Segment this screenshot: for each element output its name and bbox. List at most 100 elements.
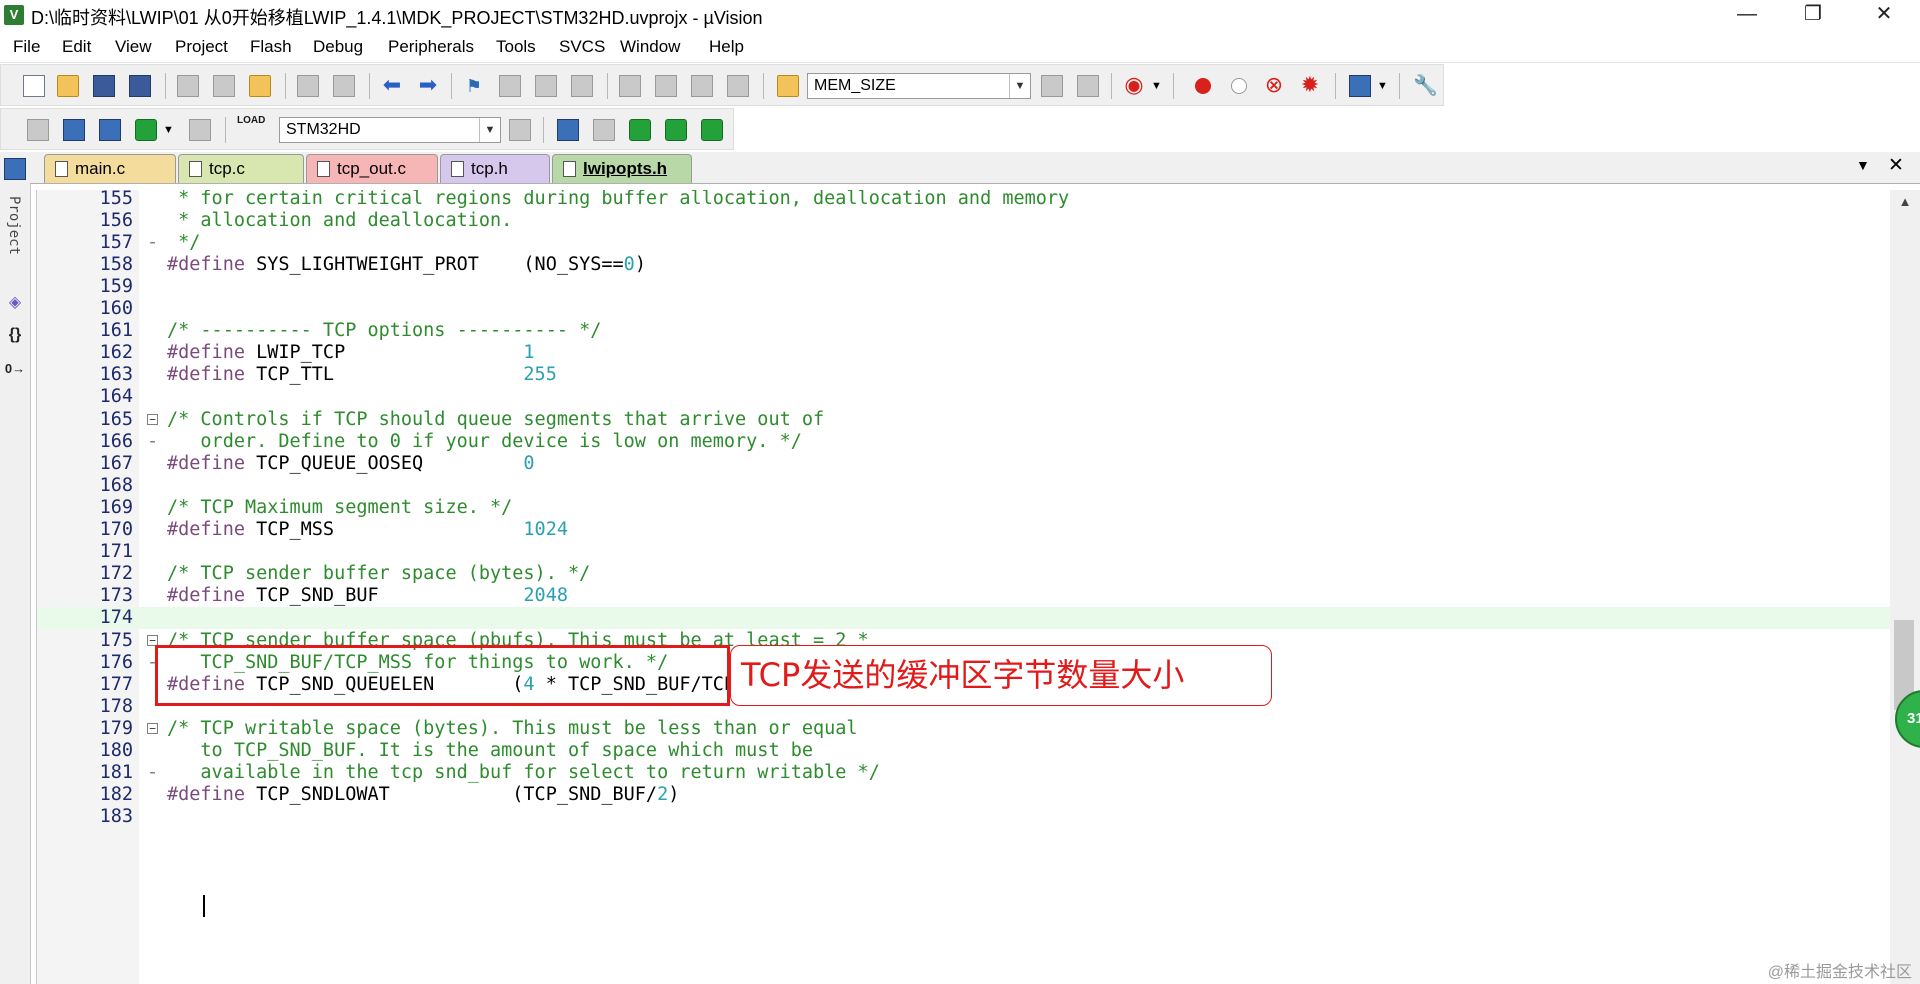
build-icon[interactable] xyxy=(63,119,85,141)
scroll-up-icon[interactable]: ▲ xyxy=(1890,194,1920,209)
menu-help[interactable]: Help xyxy=(709,37,744,57)
chevron-down-icon[interactable]: ▼ xyxy=(1151,75,1173,97)
menu-view[interactable]: View xyxy=(115,37,152,57)
menu-svcs[interactable]: SVCS xyxy=(559,37,605,57)
code-line[interactable]: 159 xyxy=(37,276,1891,298)
tab-tcp-out-c[interactable]: tcp_out.c xyxy=(306,154,438,183)
menu-project[interactable]: Project xyxy=(175,37,228,57)
code-line[interactable]: 167 #define TCP_QUEUE_OOSEQ 0 xyxy=(37,453,1891,475)
chevron-down-icon[interactable]: ▼ xyxy=(1009,74,1030,98)
chevron-down-icon[interactable]: ▼ xyxy=(479,118,500,142)
code-line[interactable]: 174 xyxy=(37,607,1891,630)
download-load-icon[interactable]: LOAD xyxy=(237,115,265,137)
unindent-icon[interactable] xyxy=(655,75,677,97)
menu-edit[interactable]: Edit xyxy=(62,37,91,57)
code-line[interactable]: 173 #define TCP_SND_BUF 2048 xyxy=(37,585,1891,607)
code-line[interactable]: 180 to TCP_SND_BUF. It is the amount of … xyxy=(37,740,1891,762)
fold-toggle-icon[interactable]: − xyxy=(147,722,158,734)
open-file-icon[interactable] xyxy=(57,75,79,97)
code-line[interactable]: 163 #define TCP_TTL 255 xyxy=(37,364,1891,386)
vertical-scrollbar[interactable]: ▲ xyxy=(1890,190,1920,984)
menu-file[interactable]: File xyxy=(13,37,40,57)
code-line[interactable]: 182 #define TCP_SNDLOWAT (TCP_SND_BUF/2) xyxy=(37,784,1891,806)
code-line[interactable]: 162 #define LWIP_TCP 1 xyxy=(37,342,1891,364)
code-line[interactable]: 157- */ xyxy=(37,232,1891,254)
tab-list-dropdown-icon[interactable]: ▼ xyxy=(1856,157,1870,173)
insert-bookmark-icon[interactable]: ⚑ xyxy=(463,75,485,97)
configure-wrench-icon[interactable]: 🔧 xyxy=(1413,75,1438,97)
next-bookmark-icon[interactable] xyxy=(535,75,557,97)
close-window-button[interactable]: ✕ xyxy=(1851,0,1917,30)
menu-window[interactable]: Window xyxy=(620,37,680,57)
code-line[interactable]: 165 −/* Controls if TCP should queue segm… xyxy=(37,409,1891,431)
code-line[interactable]: 155 * for certain critical regions durin… xyxy=(37,190,1891,210)
templates-icon[interactable]: 0→ xyxy=(4,358,26,380)
code-editor[interactable]: 155 * for certain critical regions durin… xyxy=(36,190,1891,984)
event-recorder-icon[interactable] xyxy=(701,119,723,141)
code-line[interactable]: 170 #define TCP_MSS 1024 xyxy=(37,519,1891,541)
functions-braces-icon[interactable]: {} xyxy=(4,324,26,346)
code-line[interactable]: 160 xyxy=(37,298,1891,320)
paste-icon[interactable] xyxy=(249,75,271,97)
code-line[interactable]: 164 xyxy=(37,386,1891,408)
menu-debug[interactable]: Debug xyxy=(313,37,363,57)
restore-button[interactable]: ❐ xyxy=(1780,0,1846,30)
cut-icon[interactable] xyxy=(177,75,199,97)
code-line[interactable]: 169 /* TCP Maximum segment size. */ xyxy=(37,497,1891,519)
code-line[interactable]: 179 −/* TCP writable space (bytes). This … xyxy=(37,718,1891,740)
kill-all-breakpoints-icon[interactable]: ✹ xyxy=(1299,74,1321,97)
window-layout-icon[interactable] xyxy=(1349,75,1371,97)
code-line[interactable]: 181- available in the tcp snd_buf for se… xyxy=(37,762,1891,784)
navigate-forward-icon[interactable]: ➡ xyxy=(417,74,439,97)
rebuild-icon[interactable] xyxy=(99,119,121,141)
tab-main-c[interactable]: main.c xyxy=(44,154,176,183)
find-in-files-icon[interactable] xyxy=(777,75,799,97)
uncomment-selection-icon[interactable] xyxy=(727,75,749,97)
chevron-down-icon[interactable]: ▼ xyxy=(163,119,185,141)
previous-bookmark-icon[interactable] xyxy=(499,75,521,97)
debug-session-icon[interactable]: ◉ xyxy=(1123,74,1145,97)
code-line[interactable]: 158 #define SYS_LIGHTWEIGHT_PROT (NO_SYS=… xyxy=(37,254,1891,276)
save-all-icon[interactable] xyxy=(129,75,151,97)
code-line[interactable]: 183 xyxy=(37,806,1891,828)
find-combo[interactable]: MEM_SIZE ▼ xyxy=(807,73,1031,99)
books-icon[interactable]: ◈ xyxy=(4,292,26,314)
tab-tcp-h[interactable]: tcp.h xyxy=(440,154,550,183)
tab-tcp-c[interactable]: tcp.c xyxy=(178,154,304,183)
project-panel-label[interactable]: Project xyxy=(6,196,22,255)
enable-breakpoint-icon[interactable] xyxy=(1231,78,1247,94)
incremental-find-icon[interactable] xyxy=(1077,75,1099,97)
code-line[interactable]: 156 * allocation and deallocation. xyxy=(37,210,1891,232)
menu-peripherals[interactable]: Peripherals xyxy=(388,37,474,57)
target-select[interactable]: STM32HD ▼ xyxy=(279,117,501,143)
batch-build-icon[interactable] xyxy=(135,119,157,141)
close-tab-icon[interactable]: ✕ xyxy=(1888,154,1904,177)
redo-icon[interactable] xyxy=(333,75,355,97)
target-options-icon[interactable] xyxy=(509,119,531,141)
navigate-back-icon[interactable]: ⬅ xyxy=(381,74,403,97)
project-window-icon[interactable] xyxy=(4,158,26,180)
code-line[interactable]: 172 /* TCP sender buffer space (bytes). *… xyxy=(37,563,1891,585)
code-line[interactable]: 166- order. Define to 0 if your device i… xyxy=(37,431,1891,453)
menu-tools[interactable]: Tools xyxy=(496,37,536,57)
disable-all-breakpoints-icon[interactable]: ⊗ xyxy=(1263,74,1285,97)
manage-run-time-environment-icon[interactable] xyxy=(629,119,651,141)
minimize-button[interactable]: — xyxy=(1714,0,1780,30)
manage-project-items-icon[interactable] xyxy=(557,119,579,141)
fold-toggle-icon[interactable]: − xyxy=(147,413,158,425)
stop-build-icon[interactable] xyxy=(189,119,211,141)
tab-lwipopts-h[interactable]: lwipopts.h xyxy=(552,154,692,183)
chevron-down-icon[interactable]: ▼ xyxy=(1377,75,1399,97)
select-packs-icon[interactable] xyxy=(593,119,615,141)
find-icon[interactable] xyxy=(1041,75,1063,97)
insert-breakpoint-icon[interactable] xyxy=(1195,78,1211,94)
clear-bookmarks-icon[interactable] xyxy=(571,75,593,97)
save-icon[interactable] xyxy=(93,75,115,97)
undo-icon[interactable] xyxy=(297,75,319,97)
comment-selection-icon[interactable] xyxy=(691,75,713,97)
code-line[interactable]: 171 xyxy=(37,541,1891,563)
copy-icon[interactable] xyxy=(213,75,235,97)
new-file-icon[interactable] xyxy=(23,75,45,97)
translate-icon[interactable] xyxy=(27,119,49,141)
code-line[interactable]: 168 xyxy=(37,475,1891,497)
